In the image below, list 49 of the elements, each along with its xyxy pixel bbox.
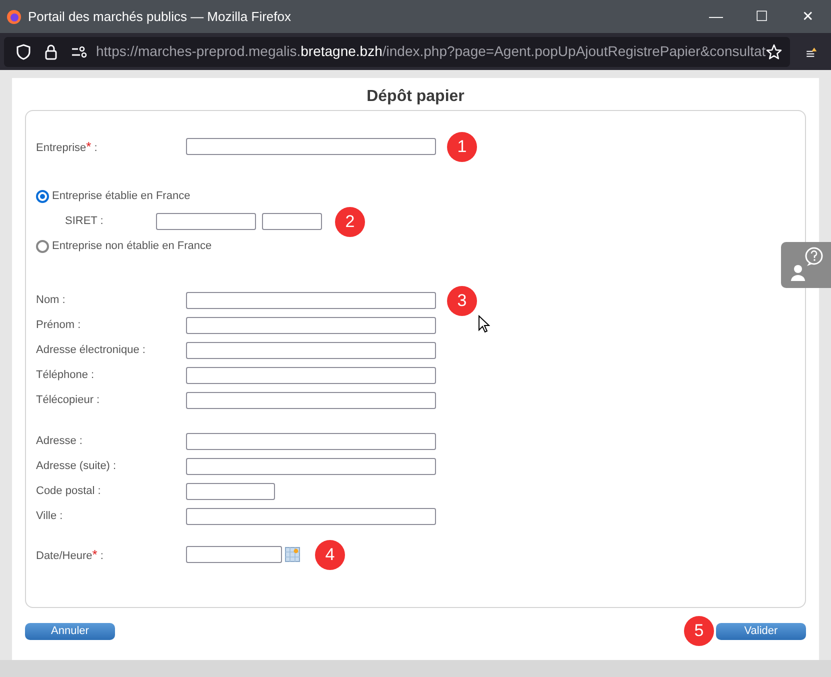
radio-button[interactable] [36, 190, 49, 203]
number-badge: 1 [447, 132, 477, 162]
minimize-button[interactable]: — [693, 0, 739, 33]
radio-label: Entreprise non établie en France [52, 239, 212, 254]
dialog-title: Dépôt papier [366, 87, 466, 107]
field-label: Ville : [36, 509, 64, 524]
permissions-icon[interactable] [71, 46, 87, 58]
number-badge: 4 [315, 540, 345, 570]
number-badge: 5 [684, 616, 714, 646]
input-field[interactable] [186, 483, 275, 500]
input-field[interactable] [186, 458, 436, 475]
firefox-logo-icon [6, 8, 22, 24]
field-label: Adresse électronique : [36, 343, 146, 358]
field-label: Entreprise* : [36, 138, 98, 156]
shield-icon[interactable] [16, 44, 31, 60]
input-field[interactable] [186, 138, 436, 155]
field-label: Code postal : [36, 484, 102, 500]
cancel-button[interactable]: Annuler [25, 622, 115, 640]
submit-button[interactable]: Valider [716, 622, 806, 640]
field-label: Date/Heure* : [36, 546, 104, 564]
calendar-icon[interactable] [285, 547, 300, 562]
input-field[interactable] [186, 546, 282, 563]
maximize-button[interactable]: ☐ [739, 0, 785, 33]
window-title: Portail des marchés publics — Mozilla Firefox [28, 8, 291, 26]
radio-label: Entreprise établie en France [52, 189, 190, 204]
input-field[interactable] [186, 292, 436, 309]
field-label: SIRET : [65, 214, 104, 230]
number-badge: 3 [447, 286, 477, 316]
radio-button[interactable] [36, 240, 49, 253]
help-widget-icon[interactable] [781, 242, 831, 288]
input-field[interactable] [186, 342, 436, 359]
close-button[interactable]: ✕ [785, 0, 831, 33]
input-field[interactable] [186, 508, 436, 525]
lock-icon[interactable] [45, 44, 57, 60]
bookmark-star-icon[interactable] [766, 44, 782, 60]
field-label: Nom : [36, 293, 66, 308]
input-field[interactable] [156, 213, 256, 230]
field-label: Téléphone : [36, 368, 96, 384]
input-field[interactable] [186, 367, 436, 384]
input-field[interactable] [186, 433, 436, 450]
field-label: Prénom : [36, 318, 82, 334]
cursor-icon [478, 315, 490, 333]
input-field[interactable] [186, 392, 436, 409]
number-badge: 2 [335, 206, 365, 236]
field-label: Adresse (suite) : [36, 459, 118, 474]
field-label: Adresse : [36, 434, 84, 450]
field-label: Télécopieur : [36, 393, 101, 408]
input-field[interactable] [186, 317, 436, 334]
input-field[interactable] [262, 213, 322, 230]
